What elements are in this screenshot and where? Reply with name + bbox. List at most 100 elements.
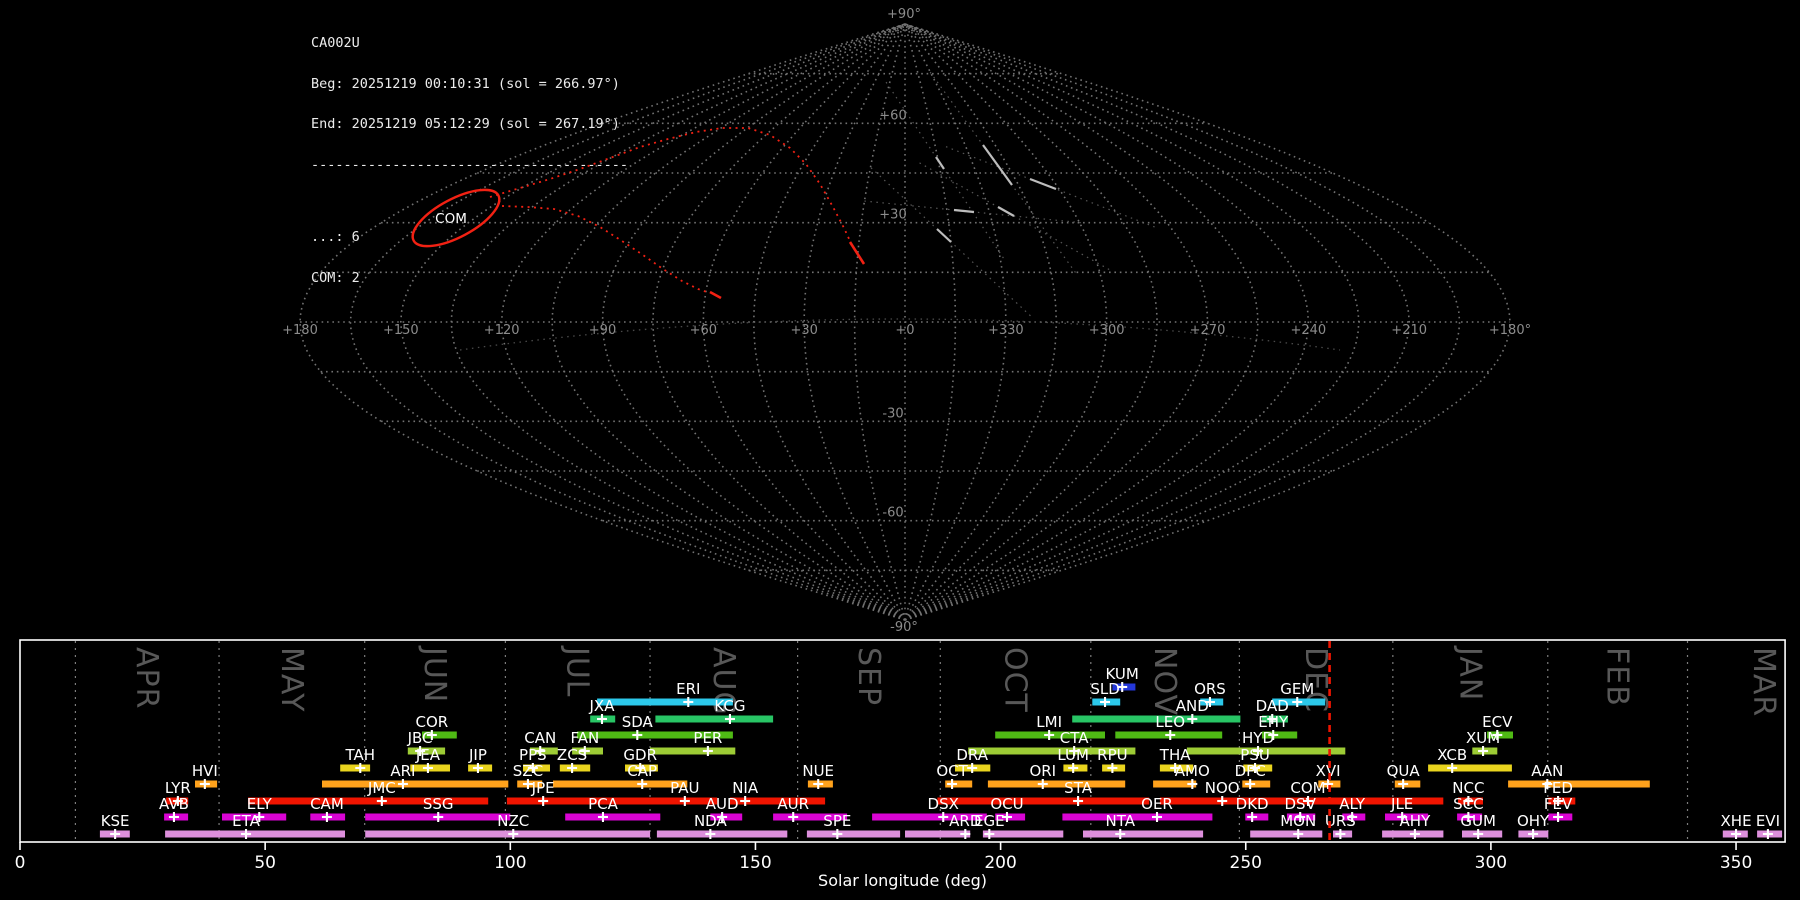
separator-line: ---------------------------------------	[311, 156, 628, 173]
shower-label: OER	[1141, 795, 1173, 813]
begin-time: Beg: 20251219 00:10:31 (sol = 266.97°)	[311, 75, 620, 92]
shower-label: CAM	[310, 795, 344, 813]
shower-label: RPU	[1097, 746, 1127, 764]
shower-bar	[650, 747, 736, 755]
meteor-observation-screen: { "info_panel": { "station": "CA002U", "…	[0, 0, 1800, 900]
shower-label: CAN	[524, 729, 556, 747]
shower-label: PER	[693, 729, 722, 747]
shower-label: LUM	[1057, 746, 1089, 764]
longitude-label: +270	[1190, 323, 1226, 338]
shower-label: ERI	[676, 680, 700, 698]
shower-label: DSX	[928, 795, 959, 813]
longitude-label: +180	[282, 323, 318, 338]
x-axis: 0 50 100 150 200 250 300 350 Solar longitude (de…	[15, 842, 1752, 890]
longitude-label: +30	[790, 323, 817, 338]
trail-extension	[870, 167, 1033, 318]
tick-label: 250	[1230, 853, 1262, 873]
meridian-line	[904, 23, 1259, 621]
longitude-label: +240	[1290, 323, 1326, 338]
shower-label: NOO	[1205, 779, 1240, 797]
longitude-label: +300	[1089, 323, 1125, 338]
shower-label: JEA	[415, 746, 441, 764]
shower-label: KCG	[714, 697, 745, 715]
tick-label: 350	[1720, 853, 1752, 873]
longitude-label: +150	[383, 323, 419, 338]
shower-label: JXA	[589, 697, 616, 715]
shower-label: AUD	[706, 795, 739, 813]
shower-label: JBC	[407, 729, 433, 747]
month-label: JAN	[1452, 645, 1487, 701]
shower-label: NDA	[694, 812, 728, 830]
meridian-line	[904, 23, 1108, 621]
shower-label: ORI	[1029, 762, 1056, 780]
meteor-trail	[935, 156, 945, 170]
meteor-trail	[982, 144, 1013, 186]
shower-bar	[987, 780, 1126, 788]
shower-bar	[1250, 830, 1323, 838]
shower-label: AAN	[1531, 762, 1563, 780]
longitude-label: +90	[589, 323, 616, 338]
shower-bar	[1062, 813, 1213, 821]
shower-label: STA	[1064, 779, 1093, 797]
shower-label: ORS	[1194, 680, 1226, 698]
month-label: JUN	[417, 645, 452, 703]
meridian-line	[904, 23, 957, 621]
shower-label: SLD	[1090, 680, 1119, 698]
shower-label: MON	[1280, 812, 1316, 830]
shower-bar	[1508, 780, 1650, 788]
month-label: APR	[129, 647, 164, 709]
shower-label: XUM	[1466, 729, 1500, 747]
tick-label: 150	[739, 853, 771, 873]
shower-label: OHY	[1517, 812, 1550, 830]
longitude-label: +210	[1391, 323, 1427, 338]
shower-bar	[365, 830, 651, 838]
shower-label: SZC	[513, 762, 543, 780]
shower-label: DSV	[1285, 795, 1317, 813]
shower-label: PCA	[588, 795, 619, 813]
shower-label: HVI	[192, 762, 218, 780]
shower-label: TAH	[344, 746, 375, 764]
shower-label: NZC	[497, 812, 529, 830]
latitude-label: +60	[879, 108, 906, 123]
shower-label: ARI	[390, 762, 415, 780]
latitude-label: -30	[882, 406, 903, 421]
shower-label: XVI	[1316, 762, 1341, 780]
count-unclassified: ...: 6	[311, 229, 360, 245]
shower-bar	[1083, 830, 1204, 838]
shower-label: ELY	[247, 795, 273, 813]
shower-bar	[656, 830, 788, 838]
shower-bar	[1428, 764, 1512, 772]
shower-label: NUE	[802, 762, 834, 780]
tick-label: 100	[494, 853, 526, 873]
com-track-solid	[709, 290, 722, 300]
tick-label: 200	[984, 853, 1016, 873]
sky-and-activity-plot: +180 +150 +120 +90 +60 +30 +0 +330 +300 +270 +240 +…	[15, 7, 1786, 890]
longitude-label: +330	[988, 323, 1024, 338]
longitude-label: +120	[484, 323, 520, 338]
shower-label: XHE	[1721, 812, 1752, 830]
shower-label: FAN	[570, 729, 599, 747]
shower-label: JLE	[1390, 795, 1413, 813]
month-label: FEB	[1600, 647, 1635, 707]
shower-bar	[655, 715, 774, 723]
shower-label: ALY	[1339, 795, 1366, 813]
meteor-trail	[997, 206, 1015, 217]
latitude-label: +90°	[887, 7, 921, 22]
shower-label: GUM	[1460, 812, 1496, 830]
shower-bar	[982, 830, 1064, 838]
month-label: SEP	[851, 647, 886, 706]
shower-label: AMO	[1175, 762, 1210, 780]
shower-label: XCB	[1437, 746, 1467, 764]
shower-label: JPE	[531, 779, 555, 797]
longitude-label: +60	[690, 323, 717, 338]
shower-label: SCC	[1453, 795, 1483, 813]
shower-label: CTA	[1060, 729, 1089, 747]
shower-label: AUR	[777, 795, 809, 813]
shower-label: DPC	[1235, 762, 1266, 780]
shower-label: JMC	[367, 779, 396, 797]
shower-label: DKD	[1236, 795, 1269, 813]
month-label: MAR	[1746, 647, 1781, 717]
shower-label: SDA	[622, 713, 654, 731]
shower-label: JIP	[468, 746, 487, 764]
shower-label: LEO	[1155, 713, 1185, 731]
